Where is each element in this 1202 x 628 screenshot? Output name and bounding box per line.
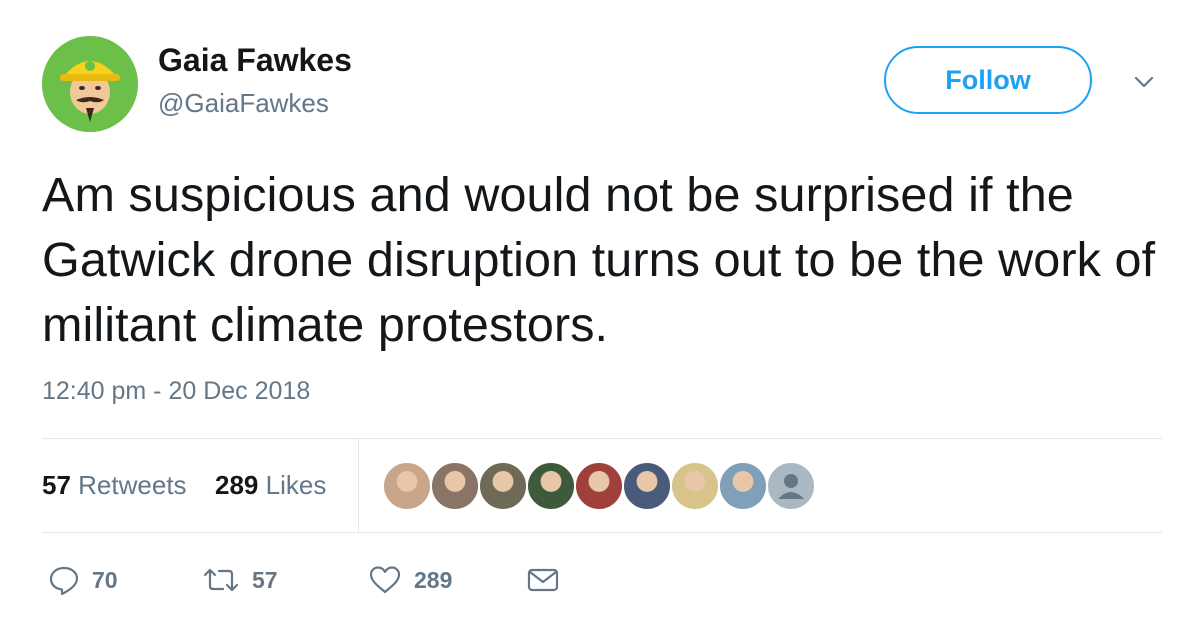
direct-message-action[interactable] [526,560,560,600]
heart-icon [369,566,401,594]
retweet-count: 57 [252,566,278,593]
liker-avatar-4[interactable] [526,461,576,511]
like-action[interactable]: 289 [368,560,452,600]
engagement-stats: 57 Retweets 289 Likes [42,470,326,501]
likes-stat[interactable]: 289 Likes [215,470,326,500]
divider-top [42,438,1162,439]
reply-count: 70 [92,566,118,593]
retweets-label: Retweets [78,470,187,500]
stats-divider [358,439,359,532]
liker-avatar-5[interactable] [574,461,624,511]
tweet-actions: 70 57 289 [42,560,642,600]
liker-avatars [382,461,816,511]
likes-count: 289 [215,470,259,500]
liker-avatar-2[interactable] [430,461,480,511]
like-count: 289 [414,566,453,593]
tweet-timestamp[interactable]: 12:40 pm - 20 Dec 2018 [42,377,310,406]
chevron-down-icon[interactable] [1128,66,1160,98]
author-name[interactable]: Gaia Fawkes [158,42,352,79]
reply-icon [49,566,79,596]
author-handle[interactable]: @GaiaFawkes [158,88,329,119]
default-profile-icon [778,474,804,499]
liker-avatar-6[interactable] [622,461,672,511]
retweet-icon [203,568,239,592]
retweets-stat[interactable]: 57 Retweets [42,470,194,500]
likes-label: Likes [265,470,327,500]
retweet-action[interactable]: 57 [202,560,278,600]
divider-bottom [42,532,1162,533]
liker-avatar-7[interactable] [670,461,720,511]
liker-avatar-8[interactable] [718,461,768,511]
liker-avatar-3[interactable] [478,461,528,511]
follow-button[interactable]: Follow [884,46,1092,114]
retweets-count: 57 [42,470,71,500]
reply-action[interactable]: 70 [48,560,118,600]
avatar[interactable] [42,36,138,132]
tweet-text: Am suspicious and would not be surprised… [42,168,1156,352]
hardhat-cartoon-avatar-icon [42,36,138,132]
liker-avatar-1[interactable] [382,461,432,511]
liker-avatar-9[interactable] [766,461,816,511]
envelope-icon [527,568,559,592]
